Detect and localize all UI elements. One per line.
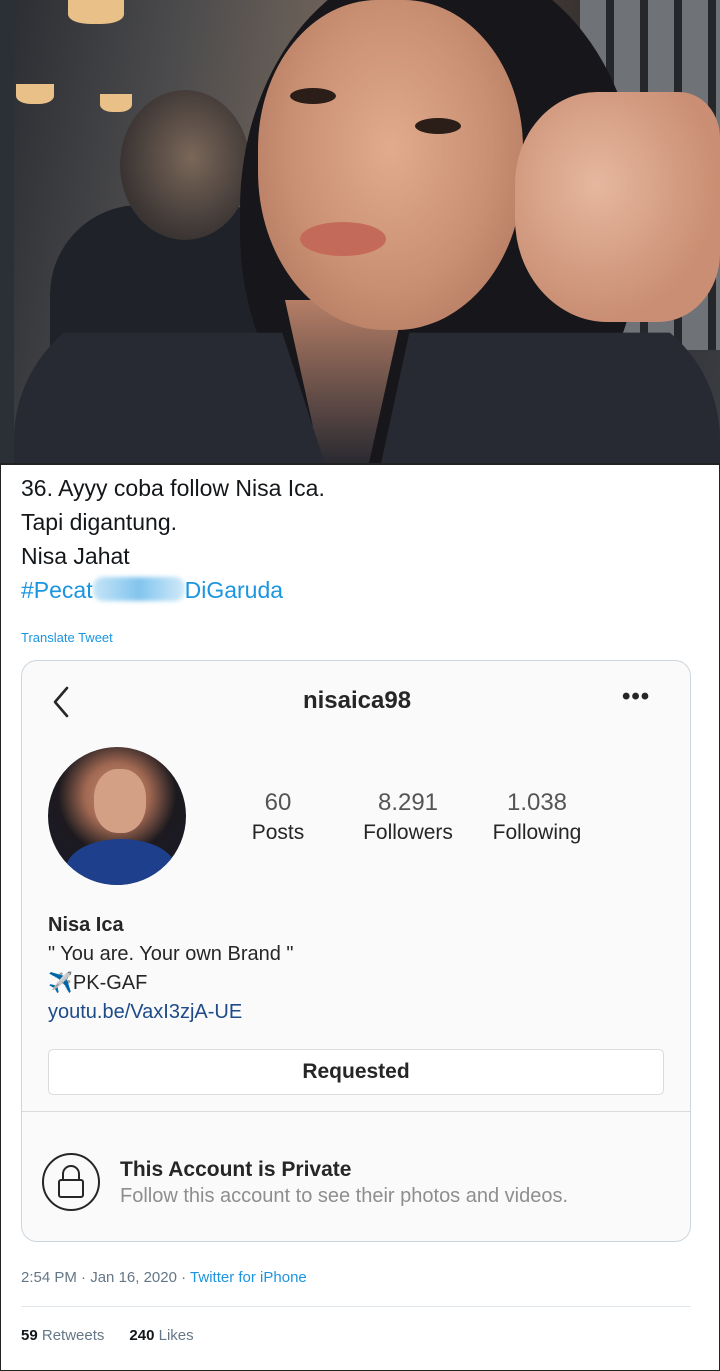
registration-text: PK-GAF xyxy=(72,972,148,994)
ceiling-lamp xyxy=(68,0,124,24)
posts-stat[interactable]: 60 Posts xyxy=(230,789,326,845)
private-account-title: This Account is Private xyxy=(120,1158,352,1181)
lips xyxy=(300,222,386,256)
photo-border xyxy=(0,0,14,463)
retweets-count: 59 xyxy=(21,1327,38,1344)
retweets-label: Retweets xyxy=(41,1327,105,1344)
tweet-engagement: 59 Retweets 240 Likes xyxy=(21,1327,194,1344)
lock-glyph xyxy=(58,1165,84,1198)
tweet-text: 36. Ayyy coba follow Nisa Ica. Tapi diga… xyxy=(21,471,325,607)
lock-icon xyxy=(42,1153,100,1211)
left-eye xyxy=(290,88,336,104)
avatar[interactable] xyxy=(48,747,186,885)
requested-button[interactable]: Requested xyxy=(48,1049,664,1095)
tweet-time[interactable]: 2:54 PM xyxy=(21,1269,77,1286)
posts-label: Posts xyxy=(251,821,305,844)
tweet-meta: 2:54 PM · Jan 16, 2020 · Twitter for iPh… xyxy=(21,1269,307,1286)
hashtag-start: #Pecat xyxy=(21,577,93,603)
following-stat[interactable]: 1.038 Following xyxy=(484,789,590,845)
background-person-head xyxy=(120,90,250,240)
bio-link[interactable]: youtu.be/VaxI3zjA-UE xyxy=(48,998,294,1027)
more-horizontal-icon[interactable]: ••• xyxy=(622,683,650,711)
selfie-photo xyxy=(0,0,720,463)
ceiling-lamp xyxy=(100,94,132,112)
followers-count: 8.291 xyxy=(377,789,439,816)
following-label: Following xyxy=(492,821,582,844)
hashtag-end: DiGaruda xyxy=(184,577,284,603)
ceiling-lamp xyxy=(16,84,54,104)
tweet-line: Nisa Jahat xyxy=(21,543,130,569)
divider xyxy=(21,1306,691,1307)
face xyxy=(258,0,523,330)
airplane-icon: ✈️ xyxy=(48,972,73,994)
instagram-profile-card[interactable]: nisaica98 ••• 60 Posts 8.291 Followers 1… xyxy=(21,660,691,1242)
tweet-line: Tapi digantung. xyxy=(21,509,178,535)
avatar-face xyxy=(94,769,146,833)
translate-tweet-link[interactable]: Translate Tweet xyxy=(21,630,113,645)
hashtag-link[interactable]: #Pecat DiGaruda xyxy=(21,573,325,607)
likes-label: Likes xyxy=(158,1327,194,1344)
retweets-stat[interactable]: 59 Retweets xyxy=(21,1327,104,1344)
tweet-date[interactable]: Jan 16, 2020 xyxy=(90,1269,177,1286)
likes-count: 240 xyxy=(129,1327,155,1344)
profile-name: Nisa Ica xyxy=(48,914,124,936)
private-account-subtitle: Follow this account to see their photos … xyxy=(120,1185,569,1207)
tweet-source-link[interactable]: Twitter for iPhone xyxy=(190,1269,307,1286)
avatar-body xyxy=(66,839,176,885)
followers-label: Followers xyxy=(363,821,453,844)
likes-stat[interactable]: 240 Likes xyxy=(129,1327,193,1344)
profile-username: nisaica98 xyxy=(302,687,412,714)
bio-registration: ✈️PK-GAF xyxy=(48,969,294,998)
divider xyxy=(22,1111,690,1112)
hand xyxy=(515,92,720,322)
right-eye xyxy=(415,118,461,134)
posts-count: 60 xyxy=(264,789,292,816)
bio-quote: " You are. Your own Brand " xyxy=(48,943,294,965)
blurred-text xyxy=(92,577,185,601)
following-count: 1.038 xyxy=(506,789,568,816)
profile-bio: Nisa Ica " You are. Your own Brand " ✈️P… xyxy=(48,911,294,1027)
followers-stat[interactable]: 8.291 Followers xyxy=(352,789,464,845)
tweet-line: 36. Ayyy coba follow Nisa Ica. xyxy=(21,475,325,501)
tweet: 36. Ayyy coba follow Nisa Ica. Tapi diga… xyxy=(0,463,720,1371)
